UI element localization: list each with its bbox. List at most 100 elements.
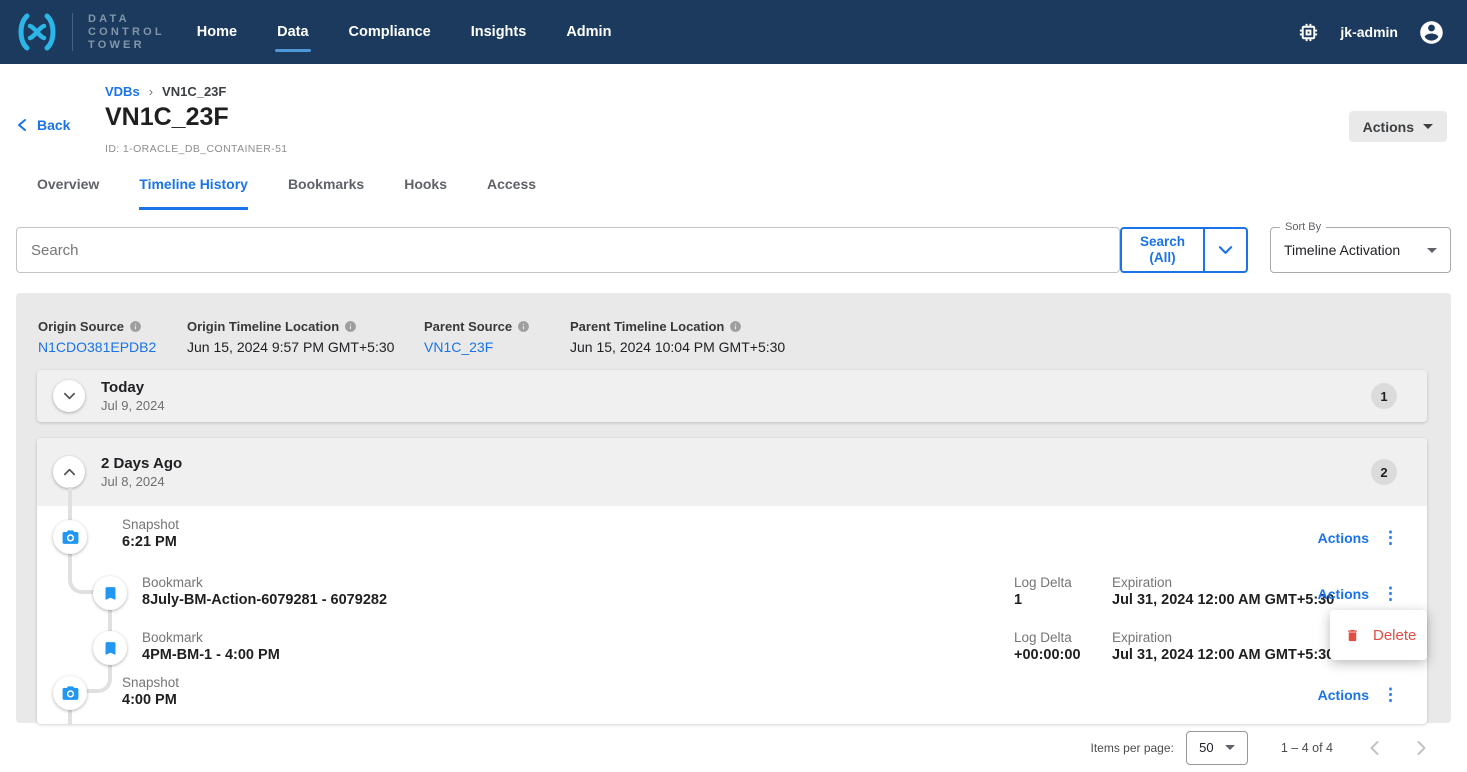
timeline-group-2-days-ago: 2 Days Ago Jul 8, 2024 2 Snapshot 6:21 P…: [37, 438, 1427, 724]
log-delta-bookmark-1: Log Delta 1: [1014, 575, 1072, 608]
brand-line-3: TOWER: [88, 39, 165, 52]
sort-by-label: Sort By: [1280, 221, 1326, 233]
tab-hooks[interactable]: Hooks: [404, 176, 447, 210]
timeline-group-today: Today Jul 9, 2024 1: [37, 370, 1427, 422]
info-icon[interactable]: [517, 320, 530, 333]
items-per-page-label: Items per page:: [1090, 741, 1173, 755]
summary-origin-timeline-location: Origin Timeline Location Jun 15, 2024 9:…: [187, 319, 424, 355]
row-actions-snapshot-2[interactable]: Actions ⋮: [1318, 686, 1399, 703]
delete-menu-item[interactable]: Delete: [1373, 627, 1416, 644]
brand-line-2: CONTROL: [88, 26, 165, 39]
tab-timeline-history[interactable]: Timeline History: [139, 176, 248, 210]
search-input[interactable]: [16, 227, 1120, 273]
memory-chip-icon[interactable]: [1297, 21, 1320, 44]
parent-timeline-location-value: Jun 15, 2024 10:04 PM GMT+5:30: [570, 339, 785, 355]
entity-id-label: ID: 1-ORACLE_DB_CONTAINER-51: [105, 143, 288, 155]
group-count-badge: 1: [1371, 383, 1397, 409]
filter-bar: Search (All) Sort By Timeline Activation: [16, 227, 1451, 273]
brand-logo-icon: [14, 12, 60, 52]
trash-icon: [1345, 628, 1360, 643]
group-header-2-days-ago[interactable]: 2 Days Ago Jul 8, 2024 2: [37, 438, 1427, 506]
chevron-left-icon: [1369, 740, 1380, 756]
nav-item-insights[interactable]: Insights: [471, 16, 527, 48]
group-date: Jul 8, 2024: [101, 474, 182, 489]
page-size-value: 50: [1199, 740, 1213, 755]
actions-link[interactable]: Actions: [1318, 530, 1369, 546]
header-actions-label: Actions: [1363, 119, 1414, 135]
parent-source-link[interactable]: VN1C_23F: [424, 339, 570, 355]
back-label: Back: [37, 117, 70, 133]
breadcrumb-current: VN1C_23F: [162, 84, 226, 99]
origin-timeline-location-value: Jun 15, 2024 9:57 PM GMT+5:30: [187, 339, 424, 355]
chevron-down-icon: [1217, 243, 1234, 257]
tab-bookmarks[interactable]: Bookmarks: [288, 176, 364, 210]
chevron-right-icon: [1416, 740, 1427, 756]
kebab-menu-icon[interactable]: ⋮: [1382, 529, 1399, 546]
info-icon[interactable]: [129, 320, 142, 333]
navbar-right: jk-admin: [1297, 19, 1445, 46]
row-actions-snapshot-1[interactable]: Actions ⋮: [1318, 529, 1399, 546]
search-split-button: Search (All): [1120, 227, 1248, 273]
actions-link[interactable]: Actions: [1318, 586, 1369, 602]
search-scope-dropdown[interactable]: [1205, 229, 1246, 271]
search-button-line1: Search: [1122, 234, 1203, 250]
sort-by-value: Timeline Activation: [1284, 242, 1427, 258]
top-navbar: DATA CONTROL TOWER Home Data Compliance …: [0, 0, 1467, 64]
back-button[interactable]: Back: [16, 117, 70, 133]
username-label: jk-admin: [1340, 24, 1398, 40]
tab-overview[interactable]: Overview: [37, 176, 99, 210]
origin-source-link[interactable]: N1CDO381EPDB2: [38, 339, 187, 355]
tab-bar: Overview Timeline History Bookmarks Hook…: [37, 176, 1467, 210]
group-title: 2 Days Ago: [101, 455, 182, 472]
logo-divider: [72, 13, 73, 51]
info-icon[interactable]: [344, 320, 357, 333]
timeline-row-snapshot-2: Snapshot 4:00 PM: [122, 675, 179, 708]
caret-down-icon: [1427, 248, 1437, 253]
header-actions-button[interactable]: Actions: [1349, 111, 1447, 142]
expand-toggle-button[interactable]: [53, 380, 85, 412]
bookmark-icon: [93, 631, 127, 665]
sort-by-select[interactable]: Sort By Timeline Activation: [1270, 227, 1451, 273]
origin-timeline-location-label: Origin Timeline Location: [187, 319, 339, 334]
timeline-row-snapshot-1: Snapshot 6:21 PM: [122, 517, 179, 550]
actions-context-menu: Delete: [1330, 610, 1427, 660]
next-page-button[interactable]: [1416, 740, 1427, 756]
previous-page-button[interactable]: [1369, 740, 1380, 756]
breadcrumb: VDBs › VN1C_23F: [105, 84, 226, 99]
group-date: Jul 9, 2024: [101, 398, 165, 413]
row-actions-bookmark-1[interactable]: Actions ⋮: [1318, 585, 1399, 602]
actions-link[interactable]: Actions: [1318, 687, 1369, 703]
group-count-badge: 2: [1371, 459, 1397, 485]
group-title: Today: [101, 379, 165, 396]
summary-row: Origin Source N1CDO381EPDB2 Origin Timel…: [16, 293, 1451, 355]
bookmark-icon: [93, 576, 127, 610]
tab-access[interactable]: Access: [487, 176, 536, 210]
caret-down-icon: [1225, 745, 1235, 750]
expiration-bookmark-1: Expiration Jul 31, 2024 12:00 AM GMT+5:3…: [1112, 575, 1334, 608]
kebab-menu-icon[interactable]: ⋮: [1382, 686, 1399, 703]
row-value: 8July-BM-Action-6079281 - 6079282: [142, 592, 387, 608]
summary-parent-timeline-location: Parent Timeline Location Jun 15, 2024 10…: [570, 319, 785, 355]
breadcrumb-vdbs-link[interactable]: VDBs: [105, 84, 140, 99]
page-size-select[interactable]: 50: [1186, 731, 1248, 765]
timeline-row-bookmark-2: Bookmark 4PM-BM-1 - 4:00 PM: [142, 630, 280, 663]
brand-line-1: DATA: [88, 13, 165, 26]
account-circle-icon[interactable]: [1418, 19, 1445, 46]
group-header-today[interactable]: Today Jul 9, 2024 1: [37, 370, 1427, 422]
timeline-row-bookmark-1: Bookmark 8July-BM-Action-6079281 - 60792…: [142, 575, 387, 608]
pagination-range: 1 – 4 of 4: [1281, 741, 1333, 755]
search-button-line2: (All): [1122, 250, 1203, 266]
collapse-toggle-button[interactable]: [53, 456, 85, 488]
nav-item-admin[interactable]: Admin: [566, 16, 611, 48]
info-icon[interactable]: [729, 320, 742, 333]
brand-wordmark: DATA CONTROL TOWER: [88, 13, 165, 52]
row-type-label: Snapshot: [122, 517, 179, 532]
nav-item-home[interactable]: Home: [197, 16, 237, 48]
snapshot-camera-icon: [53, 676, 87, 710]
kebab-menu-icon[interactable]: ⋮: [1382, 585, 1399, 602]
breadcrumb-separator: ›: [149, 84, 153, 99]
search-all-button[interactable]: Search (All): [1122, 229, 1205, 271]
row-value: 4:00 PM: [122, 692, 179, 708]
nav-item-data[interactable]: Data: [277, 16, 308, 48]
nav-item-compliance[interactable]: Compliance: [349, 16, 431, 48]
